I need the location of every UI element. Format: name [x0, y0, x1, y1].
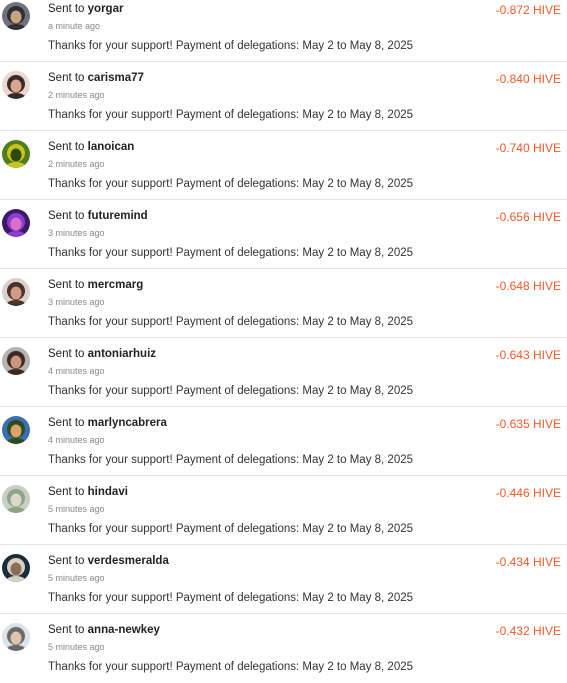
transfer-row: Sent to carisma77 2 minutes ago Thanks f… [0, 62, 567, 131]
transfer-title: Sent to anna-newkey [48, 624, 160, 636]
avatar-image [2, 71, 30, 99]
transfer-amount: -0.740 HIVE [495, 141, 561, 155]
avatar-image [2, 209, 30, 237]
transfer-row: Sent to mercmarg 3 minutes ago Thanks fo… [0, 269, 567, 338]
transfer-title: Sent to mercmarg [48, 279, 143, 291]
recipient-link[interactable]: futuremind [88, 210, 148, 222]
recipient-link[interactable]: mercmarg [88, 279, 144, 291]
sent-to-label: Sent to [48, 210, 85, 222]
transfer-title: Sent to hindavi [48, 486, 128, 498]
transfer-amount: -0.840 HIVE [495, 72, 561, 86]
recipient-link[interactable]: lanoican [88, 141, 135, 153]
transfer-row: Sent to futuremind 3 minutes ago Thanks … [0, 200, 567, 269]
transfer-time: 4 minutes ago [48, 435, 105, 445]
sent-to-label: Sent to [48, 279, 85, 291]
sent-to-label: Sent to [48, 555, 85, 567]
recipient-link[interactable]: yorgar [88, 3, 124, 15]
transfer-memo: Thanks for your support! Payment of dele… [48, 385, 414, 397]
transfer-memo: Thanks for your support! Payment of dele… [48, 454, 414, 466]
transfer-row: Sent to antoniarhuiz 4 minutes ago Thank… [0, 338, 567, 407]
user-avatar[interactable] [2, 416, 30, 444]
user-avatar[interactable] [2, 2, 30, 30]
user-avatar[interactable] [2, 278, 30, 306]
transfer-memo: Thanks for your support! Payment of dele… [48, 40, 414, 52]
user-avatar[interactable] [2, 209, 30, 237]
recipient-link[interactable]: marlyncabrera [88, 417, 167, 429]
avatar-image [2, 140, 30, 168]
transfer-title: Sent to lanoican [48, 141, 134, 153]
transfer-row: Sent to yorgar a minute ago Thanks for y… [0, 0, 567, 62]
transfer-time: 3 minutes ago [48, 228, 105, 238]
transfer-title: Sent to carisma77 [48, 72, 144, 84]
avatar-image [2, 623, 30, 651]
transfer-amount: -0.643 HIVE [495, 348, 561, 362]
user-avatar[interactable] [2, 140, 30, 168]
recipient-link[interactable]: verdesmeralda [88, 555, 169, 567]
transfer-memo: Thanks for your support! Payment of dele… [48, 109, 414, 121]
transfer-time: 2 minutes ago [48, 90, 105, 100]
sent-to-label: Sent to [48, 3, 85, 15]
transfer-row: Sent to marlyncabrera 4 minutes ago Than… [0, 407, 567, 476]
transfer-amount: -0.434 HIVE [495, 555, 561, 569]
transfer-row: Sent to hindavi 5 minutes ago Thanks for… [0, 476, 567, 545]
sent-to-label: Sent to [48, 141, 85, 153]
avatar-image [2, 347, 30, 375]
recipient-link[interactable]: anna-newkey [88, 624, 160, 636]
transfer-memo: Thanks for your support! Payment of dele… [48, 592, 414, 604]
transfer-title: Sent to yorgar [48, 3, 123, 15]
transfer-amount: -0.635 HIVE [495, 417, 561, 431]
sent-to-label: Sent to [48, 624, 85, 636]
user-avatar[interactable] [2, 71, 30, 99]
transfer-row: Sent to anna-newkey 5 minutes ago Thanks… [0, 614, 567, 683]
transfer-memo: Thanks for your support! Payment of dele… [48, 178, 414, 190]
transfer-amount: -0.872 HIVE [495, 3, 561, 17]
transfer-time: 3 minutes ago [48, 297, 105, 307]
transfer-row: Sent to lanoican 2 minutes ago Thanks fo… [0, 131, 567, 200]
recipient-link[interactable]: hindavi [88, 486, 128, 498]
user-avatar[interactable] [2, 485, 30, 513]
transfer-time: 4 minutes ago [48, 366, 105, 376]
transfer-row: Sent to verdesmeralda 5 minutes ago Than… [0, 545, 567, 614]
user-avatar[interactable] [2, 623, 30, 651]
sent-to-label: Sent to [48, 486, 85, 498]
sent-to-label: Sent to [48, 417, 85, 429]
sent-to-label: Sent to [48, 348, 85, 360]
transfer-time: 5 minutes ago [48, 642, 105, 652]
avatar-image [2, 278, 30, 306]
transfer-time: 2 minutes ago [48, 159, 105, 169]
transfer-time: a minute ago [48, 21, 101, 31]
transfer-memo: Thanks for your support! Payment of dele… [48, 523, 414, 535]
sent-to-label: Sent to [48, 72, 85, 84]
recipient-link[interactable]: antoniarhuiz [88, 348, 156, 360]
transfer-amount: -0.432 HIVE [495, 624, 561, 638]
avatar-image [2, 2, 30, 30]
user-avatar[interactable] [2, 554, 30, 582]
avatar-image [2, 485, 30, 513]
recipient-link[interactable]: carisma77 [88, 72, 144, 84]
transfer-amount: -0.656 HIVE [495, 210, 561, 224]
transfer-memo: Thanks for your support! Payment of dele… [48, 316, 414, 328]
transfer-title: Sent to antoniarhuiz [48, 348, 156, 360]
transfer-time: 5 minutes ago [48, 573, 105, 583]
transfer-amount: -0.446 HIVE [495, 486, 561, 500]
transfer-list: Sent to yorgar a minute ago Thanks for y… [0, 0, 567, 683]
transfer-amount: -0.648 HIVE [495, 279, 561, 293]
transfer-title: Sent to verdesmeralda [48, 555, 169, 567]
transfer-title: Sent to futuremind [48, 210, 148, 222]
avatar-image [2, 554, 30, 582]
transfer-memo: Thanks for your support! Payment of dele… [48, 661, 414, 673]
transfer-time: 5 minutes ago [48, 504, 105, 514]
transfer-memo: Thanks for your support! Payment of dele… [48, 247, 414, 259]
avatar-image [2, 416, 30, 444]
user-avatar[interactable] [2, 347, 30, 375]
transfer-title: Sent to marlyncabrera [48, 417, 167, 429]
